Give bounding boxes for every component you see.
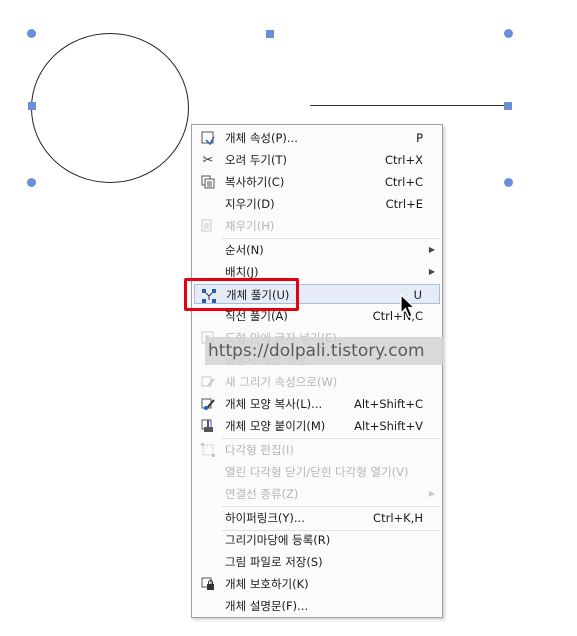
- selection-handle-top-center[interactable]: [266, 30, 274, 38]
- submenu-arrow-icon: ▶: [428, 489, 435, 498]
- menu-item-toggle-polygon: 열린 다각형 닫기/닫힌 다각형 열기(V): [194, 462, 440, 482]
- menu-item-copy[interactable]: 복사하기(C) Ctrl+C: [194, 172, 440, 192]
- menu-item-paste-style[interactable]: 개체 모양 붙이기(M) Alt+Shift+V: [194, 416, 440, 436]
- menu-item-label: 개체 보호하기(K): [225, 577, 309, 591]
- menu-separator: [222, 438, 440, 439]
- menu-item-label: 채우기(H): [225, 219, 275, 233]
- menu-item-label: 하이퍼링크(Y)...: [225, 511, 305, 525]
- style-copy-icon: [200, 397, 216, 413]
- menu-item-label: 복사하기(C): [225, 175, 285, 189]
- menu-item-label: 개체 모양 붙이기(M): [225, 419, 326, 433]
- submenu-arrow-icon: ▶: [428, 267, 435, 276]
- menu-item-order[interactable]: 순서(N) ▶: [194, 240, 440, 260]
- menu-item-object-description[interactable]: 개체 설명문(F)...: [194, 596, 440, 616]
- menu-item-label: 열린 다각형 닫기/닫힌 다각형 열기(V): [225, 465, 409, 479]
- menu-item-register-drawing[interactable]: 그리기마당에 등록(R): [194, 530, 440, 550]
- highlight-box: [184, 278, 299, 311]
- menu-item-label: 연결선 종류(Z): [225, 487, 299, 501]
- selection-handle-top-right[interactable]: [504, 29, 513, 38]
- menu-item-label: 개체 모양 복사(L)...: [225, 397, 323, 411]
- menu-item-shortcut: Ctrl+K,H: [373, 511, 423, 525]
- draw-style-icon: [200, 375, 216, 391]
- menu-item-label: 개체 속성(P)...: [225, 131, 298, 145]
- menu-item-label: 그리기마당에 등록(R): [225, 533, 331, 547]
- polygon-edit-icon: [200, 443, 216, 459]
- menu-item-hyperlink[interactable]: 하이퍼링크(Y)... Ctrl+K,H: [194, 508, 440, 528]
- menu-item-copy-style[interactable]: 개체 모양 복사(L)... Alt+Shift+C: [194, 394, 440, 414]
- line-shape[interactable]: [310, 105, 506, 106]
- menu-separator: [222, 506, 440, 507]
- selection-handle-bottom-left[interactable]: [27, 178, 36, 187]
- menu-item-label: 그림 파일로 저장(S): [225, 555, 323, 569]
- menu-item-fill: 채우기(H): [194, 216, 440, 236]
- menu-item-cut[interactable]: ✂ 오려 두기(T) Ctrl+X: [194, 150, 440, 170]
- menu-item-polygon-edit: 다각형 편집(I): [194, 440, 440, 460]
- selection-handle-top-left[interactable]: [27, 29, 36, 38]
- watermark-text: https://dolpali.tistory.com: [205, 337, 443, 365]
- menu-item-label: 지우기(D): [225, 197, 275, 211]
- style-paste-icon: [200, 419, 216, 435]
- menu-item-shortcut: Alt+Shift+V: [354, 419, 423, 433]
- menu-item-connector-type: 연결선 종류(Z) ▶: [194, 484, 440, 504]
- menu-item-object-properties[interactable]: 개체 속성(P)... P: [194, 128, 440, 148]
- menu-item-shortcut: Alt+Shift+C: [353, 397, 423, 411]
- properties-icon: [200, 131, 216, 147]
- selection-handle-bottom-right[interactable]: [504, 178, 513, 187]
- menu-item-shortcut: Ctrl+C: [384, 175, 423, 189]
- copy-icon: [200, 175, 216, 191]
- context-menu: 개체 속성(P)... P ✂ 오려 두기(T) Ctrl+X 복사하기(C) …: [191, 124, 443, 618]
- menu-item-label: 새 그리기 속성으로(W): [225, 375, 338, 389]
- selection-handle-middle-right[interactable]: [504, 102, 512, 110]
- menu-item-label: 다각형 편집(I): [225, 443, 294, 457]
- menu-item-delete[interactable]: 지우기(D) Ctrl+E: [194, 194, 440, 214]
- menu-item-save-as-image[interactable]: 그림 파일로 저장(S): [194, 552, 440, 572]
- selection-handle-middle-left[interactable]: [28, 102, 36, 110]
- lock-icon: [200, 577, 216, 593]
- fill-icon: [200, 219, 216, 235]
- menu-item-shortcut: Ctrl+E: [385, 197, 423, 211]
- menu-item-new-draw-style: 새 그리기 속성으로(W): [194, 372, 440, 392]
- menu-item-shortcut: Ctrl+X: [385, 153, 423, 167]
- menu-separator: [222, 238, 440, 239]
- menu-item-shortcut: P: [416, 131, 423, 145]
- menu-item-label: 오려 두기(T): [225, 153, 287, 167]
- menu-item-label: 순서(N): [225, 243, 264, 257]
- mouse-cursor-icon: [400, 294, 416, 318]
- circle-shape[interactable]: [31, 33, 189, 183]
- menu-item-label: 개체 설명문(F)...: [225, 599, 309, 613]
- submenu-arrow-icon: ▶: [428, 245, 435, 254]
- menu-item-protect-object[interactable]: 개체 보호하기(K): [194, 574, 440, 594]
- scissors-icon: ✂: [202, 153, 214, 168]
